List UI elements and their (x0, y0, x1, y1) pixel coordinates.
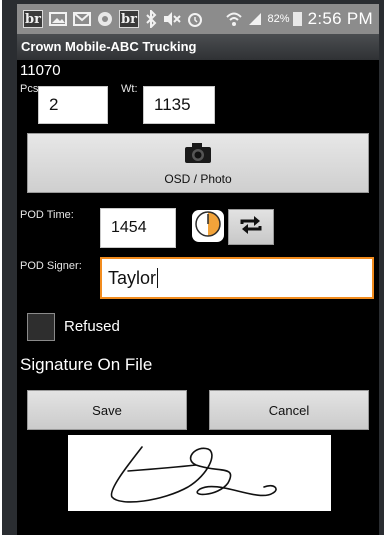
status-time: 2:56 PM (307, 9, 373, 28)
pod-signer-value: Taylor (108, 267, 157, 288)
chrome-icon (97, 11, 113, 27)
pod-signer-label: POD Signer: (20, 260, 82, 272)
pcs-value: 2 (49, 95, 59, 114)
signature-on-file-label: Signature On File (20, 355, 153, 374)
image-icon (49, 12, 67, 26)
refused-label: Refused (64, 318, 120, 335)
phone-frame: br br 82% 2:56 PM Crown Mobile-ABC Truck… (2, 0, 384, 535)
cancel-label: Cancel (268, 402, 310, 418)
signal-icon (248, 12, 262, 26)
mail-icon (73, 12, 91, 26)
battery-icon (292, 12, 302, 26)
pod-signer-input[interactable]: Taylor (100, 257, 374, 299)
bluetooth-icon (145, 10, 157, 28)
cancel-button[interactable]: Cancel (209, 390, 369, 430)
clock-icon (195, 210, 221, 242)
br-icon: br (23, 10, 43, 28)
wt-value: 1135 (154, 95, 191, 114)
signature-stroke (110, 446, 277, 503)
refresh-time-button[interactable] (228, 209, 274, 245)
save-label: Save (92, 402, 122, 418)
osd-photo-button[interactable]: OSD / Photo (27, 133, 369, 193)
status-bar-right: 82% 2:56 PM (225, 9, 373, 29)
text-cursor (157, 268, 159, 288)
wifi-icon (225, 11, 242, 27)
screen: br br 82% 2:56 PM Crown Mobile-ABC Truck… (17, 4, 379, 535)
signature-pad[interactable] (68, 435, 331, 511)
battery-percent: 82% (267, 13, 290, 25)
camera-icon (184, 142, 212, 169)
clock-button[interactable] (192, 210, 224, 242)
app-title-bar: Crown Mobile-ABC Trucking (17, 34, 379, 60)
pod-time-label: POD Time: (20, 209, 74, 221)
alarm-icon (187, 11, 203, 27)
osd-photo-label: OSD / Photo (164, 172, 232, 186)
mute-icon (163, 11, 181, 27)
save-button[interactable]: Save (27, 390, 187, 430)
br-icon: br (119, 10, 139, 28)
pod-time-value: 1454 (111, 219, 147, 236)
pod-time-input[interactable]: 1454 (100, 208, 176, 248)
pcs-input[interactable]: 2 (38, 86, 108, 124)
wt-label: Wt: (121, 83, 138, 95)
app-title: Crown Mobile-ABC Trucking (21, 39, 197, 54)
refused-checkbox[interactable] (27, 313, 55, 341)
order-number: 11070 (20, 62, 61, 79)
swap-arrows-icon (238, 215, 264, 240)
wt-input[interactable]: 1135 (143, 86, 215, 124)
status-bar: br br 82% 2:56 PM (17, 4, 379, 34)
